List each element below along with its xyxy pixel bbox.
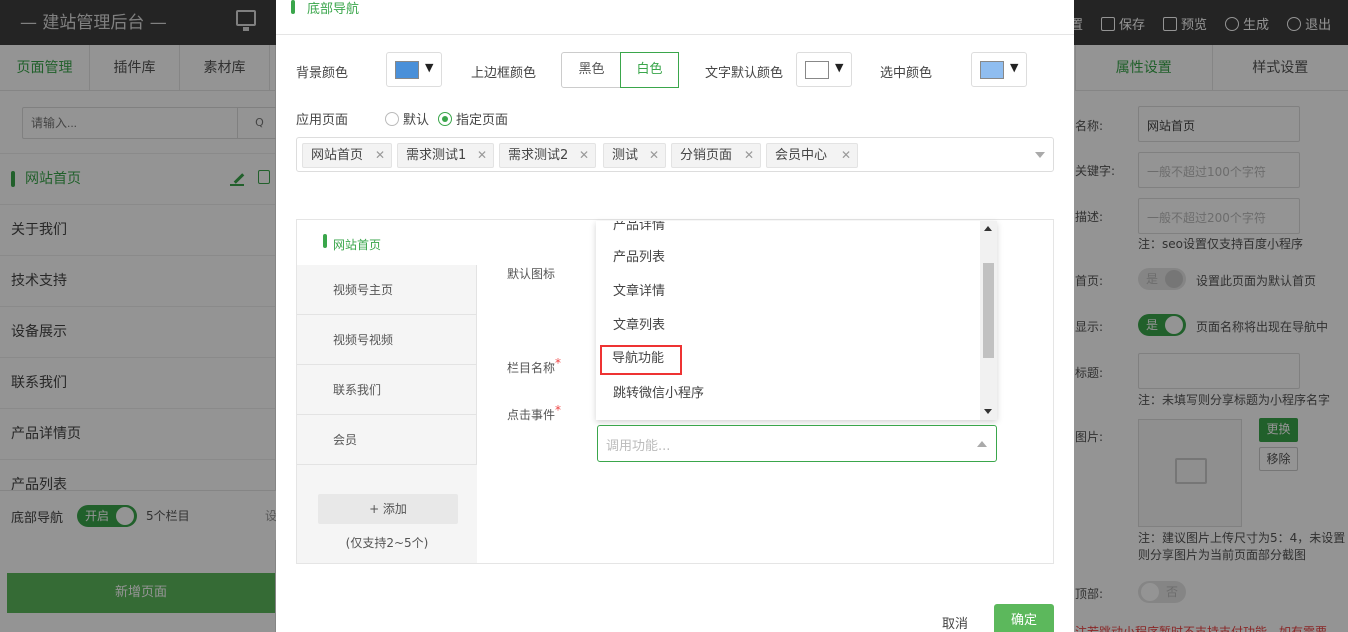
bg-color-picker[interactable]: ▼ bbox=[386, 52, 442, 87]
dropdown-option[interactable]: 跳转微信小程序 bbox=[596, 377, 980, 411]
function-dropdown: 产品详情 产品列表 文章详情 文章列表 导航功能 跳转微信小程序 bbox=[596, 221, 997, 420]
dropdown-option[interactable]: 产品列表 bbox=[596, 241, 980, 275]
border-black-option[interactable]: 黑色 bbox=[562, 53, 621, 87]
page-tag: 会员中心 ✕ bbox=[766, 143, 858, 168]
apply-default-radio[interactable]: 默认 bbox=[385, 109, 429, 128]
bg-color-label: 背景颜色 bbox=[296, 66, 349, 81]
close-icon[interactable]: ✕ bbox=[477, 144, 487, 167]
close-icon[interactable]: ✕ bbox=[841, 144, 851, 167]
default-icon-label: 默认图标 bbox=[507, 267, 556, 281]
bg-color-swatch bbox=[395, 61, 419, 79]
required-mark: * bbox=[555, 403, 562, 417]
radio-label: 默认 bbox=[403, 113, 430, 128]
close-icon[interactable]: ✕ bbox=[649, 144, 659, 167]
close-icon[interactable]: ✕ bbox=[375, 144, 385, 167]
select-placeholder: 调用功能... bbox=[606, 439, 671, 454]
page-tag: 需求测试1 ✕ bbox=[397, 143, 494, 168]
selected-color-swatch bbox=[980, 61, 1004, 79]
page-tag: 需求测试2 ✕ bbox=[499, 143, 596, 168]
radio-icon bbox=[385, 112, 399, 126]
nav-item[interactable]: 网站首页 bbox=[297, 220, 477, 270]
close-icon[interactable]: ✕ bbox=[579, 144, 589, 167]
page-tag: 分销页面 ✕ bbox=[671, 143, 761, 168]
dropdown-option[interactable]: 文章详情 bbox=[596, 275, 980, 309]
cancel-button[interactable]: 取消 bbox=[942, 613, 968, 632]
add-nav-item-button[interactable]: + 添加 bbox=[318, 494, 458, 524]
scroll-down-icon[interactable] bbox=[984, 409, 992, 414]
title-accent bbox=[291, 0, 295, 14]
border-white-option[interactable]: 白色 bbox=[620, 52, 679, 88]
border-color-label: 上边框颜色 bbox=[471, 66, 537, 81]
tag-label: 网站首页 bbox=[311, 148, 364, 163]
apply-pages-label: 应用页面 bbox=[296, 113, 349, 128]
column-name-text: 栏目名称 bbox=[507, 361, 556, 375]
radio-checked-icon bbox=[438, 112, 452, 126]
dialog-title: 底部导航 bbox=[307, 2, 360, 17]
app-root: — 建站管理后台 — 置 保存 预览 生成 退出 页面管理 插件库 素材库 Q … bbox=[0, 0, 1348, 632]
chevron-down-icon: ▼ bbox=[835, 61, 844, 74]
bottom-nav-dialog: 底部导航 背景颜色 ▼ 上边框颜色 黑色 白色 文字默认颜色 ▼ 选中颜色 ▼ … bbox=[276, 0, 1074, 632]
apply-specified-radio[interactable]: 指定页面 bbox=[438, 109, 508, 128]
tag-label: 需求测试1 bbox=[406, 148, 467, 163]
text-color-picker[interactable]: ▼ bbox=[796, 52, 852, 87]
tag-label: 分销页面 bbox=[680, 148, 733, 163]
nav-item[interactable]: 视频号视频 bbox=[297, 315, 477, 365]
add-limit-note: (仅支持2~5个) bbox=[345, 536, 429, 550]
nav-item[interactable]: 联系我们 bbox=[297, 365, 477, 415]
border-color-toggle: 黑色 白色 bbox=[561, 52, 679, 88]
scroll-thumb[interactable] bbox=[983, 263, 994, 358]
column-name-label: 栏目名称* bbox=[507, 356, 561, 376]
page-tags-select[interactable]: 网站首页 ✕ 需求测试1 ✕ 需求测试2 ✕ 测试 ✕ 分销页面 ✕ 会员中心 ✕ bbox=[296, 137, 1054, 172]
nav-item[interactable]: 视频号主页 bbox=[297, 265, 477, 315]
selected-color-picker[interactable]: ▼ bbox=[971, 52, 1027, 87]
click-event-text: 点击事件 bbox=[507, 408, 556, 422]
chevron-down-icon: ▼ bbox=[1010, 61, 1019, 74]
selected-color-label: 选中颜色 bbox=[880, 66, 933, 81]
dropdown-scrollbar[interactable] bbox=[980, 221, 997, 420]
page-tag: 测试 ✕ bbox=[603, 143, 666, 168]
nav-item-list: 网站首页 视频号主页 视频号视频 联系我们 会员 + 添加 (仅支持2~5个) bbox=[297, 220, 477, 563]
required-mark: * bbox=[555, 356, 562, 370]
chevron-up-icon bbox=[977, 441, 987, 447]
dropdown-option[interactable]: 文章列表 bbox=[596, 309, 980, 343]
function-select-input[interactable]: 调用功能... bbox=[597, 425, 997, 462]
text-color-label: 文字默认颜色 bbox=[705, 66, 784, 81]
click-event-label: 点击事件* bbox=[507, 403, 561, 423]
chevron-down-icon bbox=[1035, 152, 1045, 158]
tag-label: 需求测试2 bbox=[508, 148, 569, 163]
page-tag: 网站首页 ✕ bbox=[302, 143, 392, 168]
dropdown-option-highlighted[interactable]: 导航功能 bbox=[600, 345, 682, 375]
text-color-swatch bbox=[805, 61, 829, 79]
tag-label: 测试 bbox=[612, 148, 639, 163]
dropdown-option[interactable]: 产品详情 bbox=[596, 221, 980, 243]
radio-label: 指定页面 bbox=[456, 113, 509, 128]
close-icon[interactable]: ✕ bbox=[744, 144, 754, 167]
tag-label: 会员中心 bbox=[775, 148, 828, 163]
dialog-header: 底部导航 bbox=[276, 0, 1074, 35]
chevron-down-icon: ▼ bbox=[425, 61, 434, 74]
confirm-button[interactable]: 确定 bbox=[994, 604, 1054, 632]
scroll-up-icon[interactable] bbox=[984, 226, 992, 231]
nav-item[interactable]: 会员 bbox=[297, 415, 477, 465]
